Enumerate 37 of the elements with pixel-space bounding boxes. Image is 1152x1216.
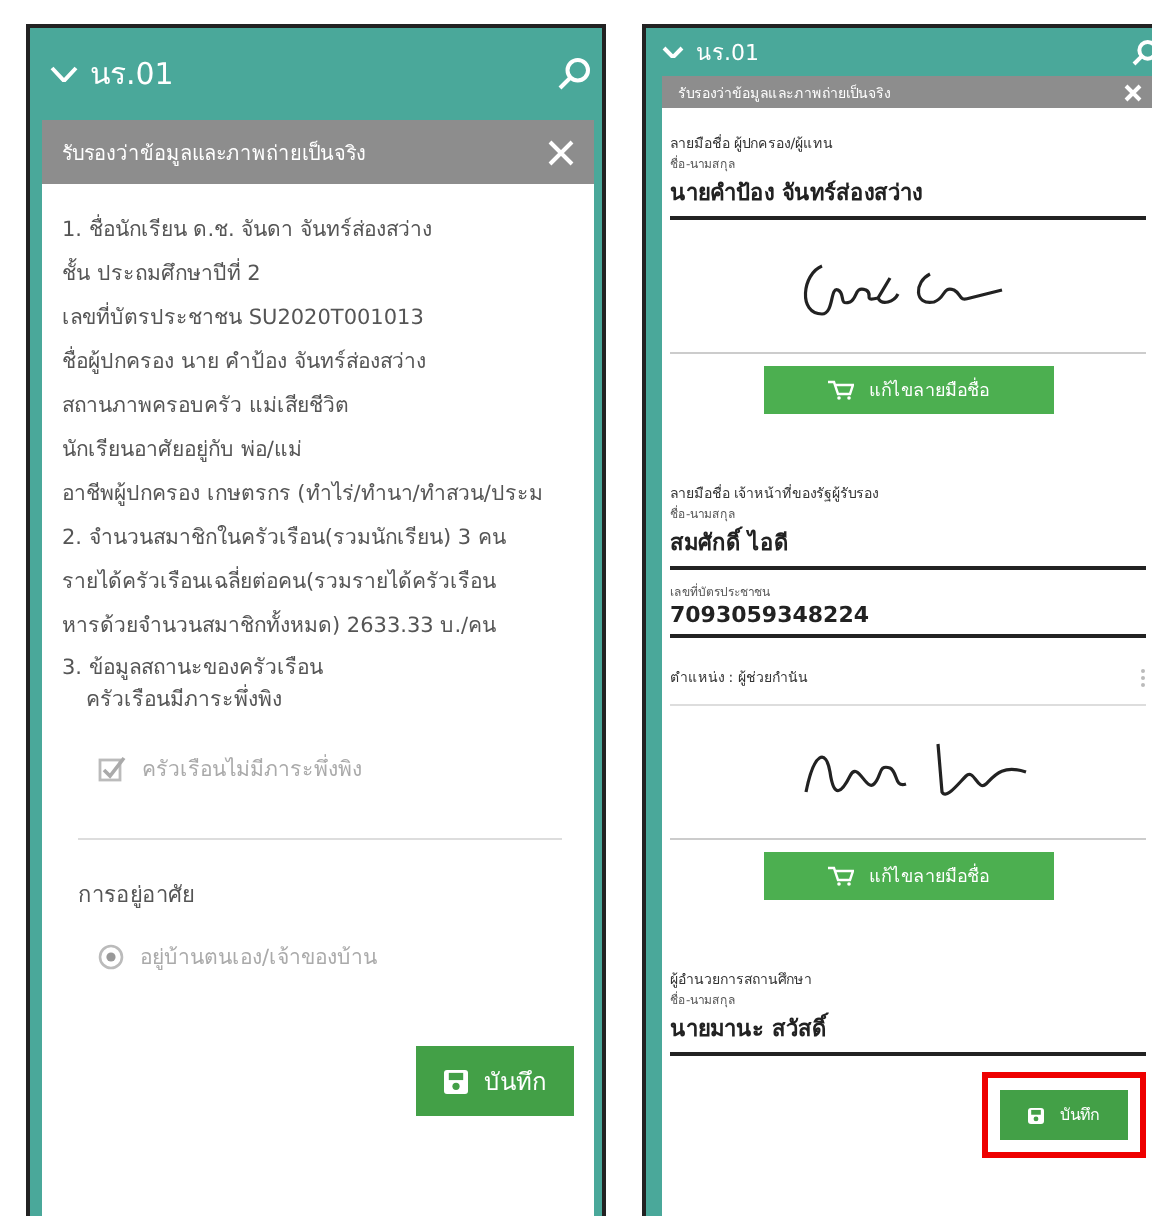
info-line: สถานภาพครอบครัว แม่เสียชีวิต [62,392,351,422]
chevron-down-icon [50,65,78,83]
search-icon [558,58,590,90]
vertical-dots-icon [1140,667,1146,687]
dialog-title: รับรองว่าข้อมูลและภาพถ่ายเป็นจริง [62,138,366,167]
save-button[interactable]: บันทึก [1000,1090,1128,1140]
info-line: 2. จำนวนสมาชิกในครัวเรือน(รวมนักเรียน) 3 คน [62,523,508,554]
save-button[interactable]: บันทึก [416,1046,574,1116]
radio-label: อยู่บ้านตนเอง/เจ้าของบ้าน [140,944,378,974]
info-line: อาชีพผู้ปกครอง เกษตรกร (ทำไร่/ทำนา/ทำสวน/ประม [62,479,545,510]
id-number-field: 7093059348224 [670,602,1146,638]
cart-icon [827,380,853,400]
cart-icon [827,866,853,886]
radio-button[interactable] [98,944,124,970]
info-line: ชั้น ประถมศึกษาปีที่ 2 [62,256,263,290]
checkbox[interactable] [98,755,126,783]
name-field: นายคำป้อง จันทร์ส่องสว่าง [670,174,1146,220]
name-field: สมศักดิ์ ไอดี [670,524,1146,570]
close-icon [548,139,574,165]
chevron-down-icon [662,45,684,59]
info-line: หารด้วยจำนวนสมาชิกทั้งหมด) 2633.33 บ./คน [62,608,499,642]
info-line: เลขที่บัตรประชาชน SU2020T001013 [62,300,426,334]
edit-signature-button[interactable]: แก้ไขลายมือชื่อ [763,852,1053,900]
edit-signature-button[interactable]: แก้ไขลายมือชื่อ [763,366,1053,414]
name-field: นายมานะ สวัสดิ์ [670,1010,1146,1056]
search-icon [1132,39,1152,65]
section-heading: การอยู่อาศัย [76,880,196,912]
info-line: นักเรียนอาศัยอยู่กับ พ่อ/แม่ [62,436,304,466]
info-line: ชื่อผู้ปกครอง นาย คำป้อง จันทร์ส่องสว่าง [62,344,429,378]
screen-title: นร.01 [696,38,759,70]
close-icon [1124,83,1142,101]
info-line: รายได้ครัวเรือนเฉลี่ยต่อคน(รวมรายได้ครัวเรือน [62,564,499,598]
info-line: 1. ชื่อนักเรียน ด.ช. จันดา จันทร์ส่องสว่าง [62,212,435,246]
checkbox-label: ครัวเรือนไม่มีภาระพึ่งพิง [142,752,362,786]
screen-title: นร.01 [90,54,174,96]
section-heading: 3. ข้อมูลสถานะของครัวเรือน [62,654,325,684]
info-line: ครัวเรือนมีภาระพึ่งพิง [84,684,284,716]
